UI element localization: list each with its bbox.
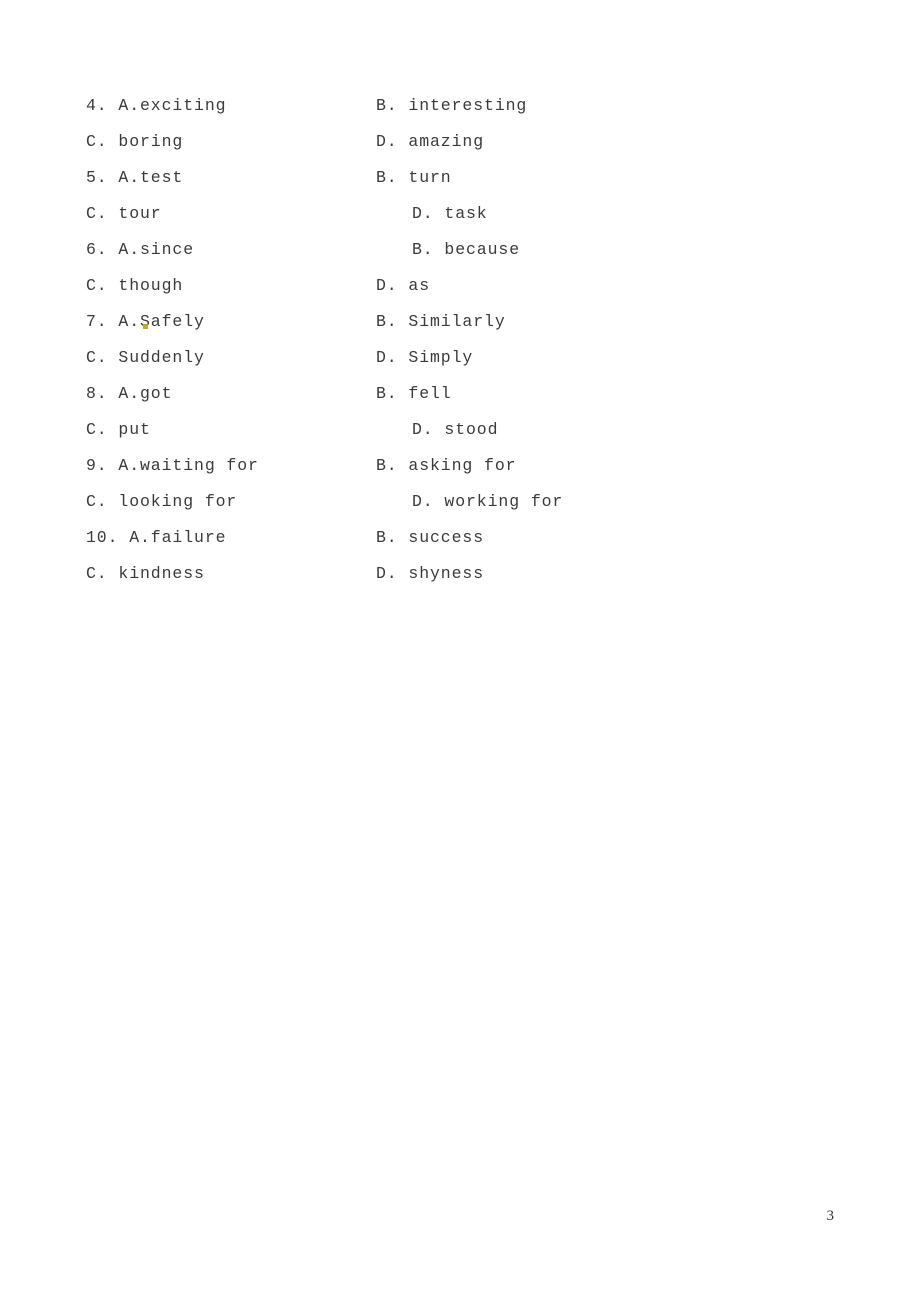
option-text-left: 6. A.since: [86, 240, 195, 259]
option-text-left: 4. A.exciting: [86, 96, 227, 115]
option-text-left: C. put: [86, 420, 151, 439]
option-text-left: 5. A.test: [86, 168, 184, 187]
option-text-right: B. turn: [376, 168, 452, 187]
option-text-right: D. stood: [412, 420, 499, 439]
option-text-left: C. looking for: [86, 492, 238, 511]
document-page: 4. A.exciting B. interesting C. boring D. a…: [0, 0, 920, 1302]
option-text-left: C. kindness: [86, 564, 205, 583]
option-text-right: B. because: [412, 240, 521, 259]
option-text-left: 9. A.waiting for: [86, 456, 259, 475]
page-number: 3: [826, 1208, 835, 1224]
option-text-right: D. shyness: [376, 564, 485, 583]
option-text-left: 8. A.got: [86, 384, 173, 403]
option-text-left: C. boring: [86, 132, 184, 151]
option-text-right: B. asking for: [376, 456, 517, 475]
option-text-right: D. task: [412, 204, 488, 223]
option-text-left: C. Suddenly: [86, 348, 205, 367]
option-text-left: 10. A.failure: [86, 528, 227, 547]
option-text-right: B. interesting: [376, 96, 528, 115]
scan-artifact-mark: [143, 324, 148, 329]
option-text-right: D. working for: [412, 492, 564, 511]
option-text-right: B. fell: [376, 384, 452, 403]
option-text-right: B. success: [376, 528, 485, 547]
option-text-left: C. tour: [86, 204, 162, 223]
option-text-right: D. Simply: [376, 348, 474, 367]
option-text-right: B. Similarly: [376, 312, 506, 331]
option-text-right: D. as: [376, 276, 431, 295]
option-text-right: D. amazing: [376, 132, 485, 151]
option-text-left: 7. A.Safely: [86, 312, 205, 331]
option-text-left: C. though: [86, 276, 184, 295]
